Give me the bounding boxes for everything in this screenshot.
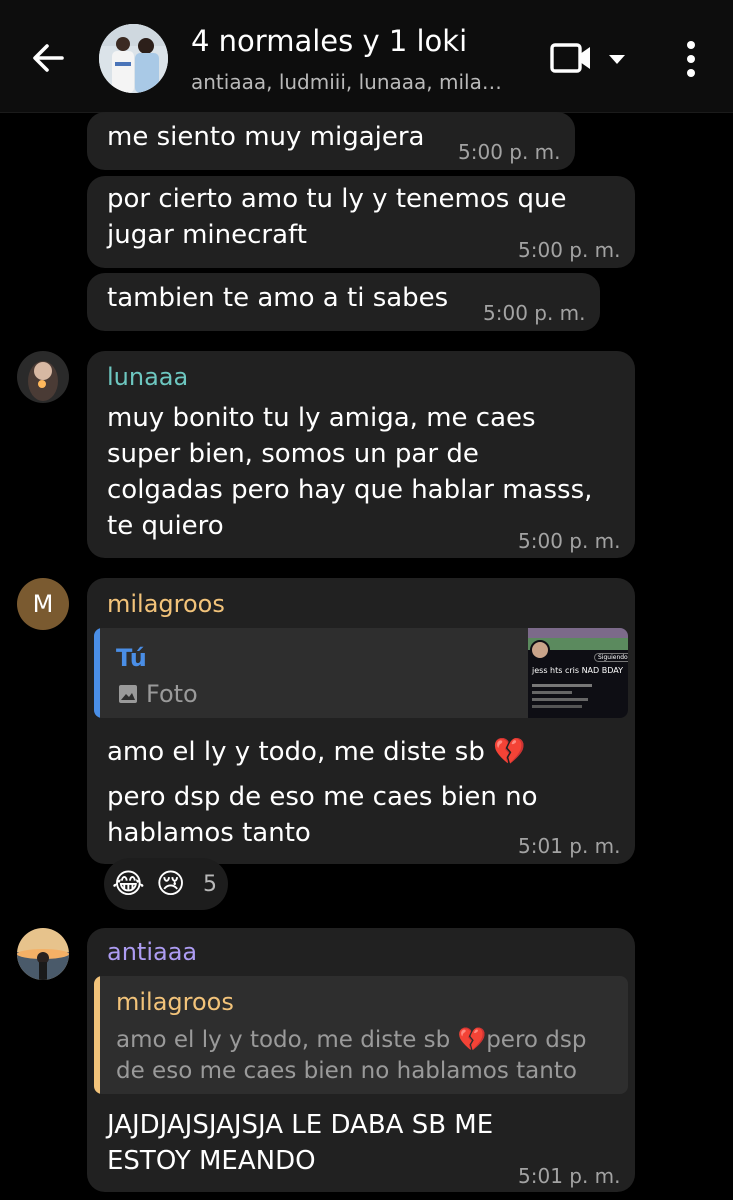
group-title[interactable]: 4 normales y 1 loki (191, 24, 467, 58)
reply-accent-bar (94, 628, 100, 718)
message-time: 5:00 p. m. (458, 140, 561, 164)
message-text-line: colgadas pero hay que hablar masss, (107, 475, 593, 505)
message-text-line: amo el ly y todo, me diste sb 💔 (107, 737, 526, 767)
back-button[interactable] (28, 38, 68, 78)
thumb-title: jess hts cris NAD BDAY (532, 666, 623, 675)
message-text-line: ESTOY MEANDO (107, 1146, 316, 1176)
group-avatar[interactable] (99, 24, 168, 93)
photo-icon (118, 684, 138, 704)
reply-author: Tú (116, 644, 147, 672)
message-bubble[interactable]: tambien te amo a ti sabes 5:00 p. m. (87, 273, 600, 331)
message-text-line: por cierto amo tu ly y tenemos que (107, 184, 567, 214)
reply-type: Foto (146, 680, 198, 708)
message-text-line: te quiero (107, 511, 224, 541)
message-text-line: super bien, somos un par de (107, 439, 479, 469)
message-bubble[interactable]: antiaaa milagroos amo el ly y todo, me d… (87, 928, 635, 1192)
group-members[interactable]: antiaaa, ludmiii, lunaaa, mila… (191, 70, 521, 94)
reply-preview[interactable]: Tú Foto jess hts cris NAD BDAY Siguiendo (94, 628, 628, 718)
reply-preview[interactable]: milagroos amo el ly y todo, me diste sb … (94, 976, 628, 1094)
avatar-milagroos[interactable]: M (17, 578, 69, 630)
message-time: 5:00 p. m. (483, 301, 586, 325)
message-time: 5:00 p. m. (518, 238, 621, 262)
avatar-antiaaa[interactable] (17, 928, 69, 980)
message-bubble[interactable]: por cierto amo tu ly y tenemos que jugar… (87, 176, 635, 268)
message-text: me siento muy migajera (107, 122, 425, 152)
message-bubble[interactable]: me siento muy migajera 5:00 p. m. (87, 112, 575, 170)
more-options-button[interactable] (675, 38, 707, 80)
message-text-line: jugar minecraft (107, 220, 307, 250)
video-call-button[interactable] (548, 38, 596, 78)
more-vert-icon (687, 41, 695, 77)
reactions-pill[interactable]: 😂 😢 5 (104, 858, 228, 910)
message-text-line: pero dsp de eso me caes bien no (107, 782, 538, 812)
video-camera-icon (550, 43, 590, 73)
reply-text-line: de eso me caes bien no hablamos tanto (116, 1058, 577, 1084)
call-options-dropdown[interactable] (606, 48, 628, 70)
message-text-line: hablamos tanto (107, 818, 311, 848)
reaction-laugh: 😂 (112, 867, 145, 900)
arrow-left-icon (33, 44, 64, 72)
message-time: 5:00 p. m. (518, 529, 621, 553)
message-time: 5:01 p. m. (518, 834, 621, 858)
sender-name[interactable]: lunaaa (107, 363, 188, 391)
message-text: tambien te amo a ti sabes (107, 283, 449, 313)
thumb-button: Siguiendo (594, 653, 628, 662)
reaction-cry: 😢 (156, 867, 186, 900)
message-bubble[interactable]: milagroos Tú Foto jess hts cris NAD BDAY… (87, 578, 635, 864)
reply-text-line: amo el ly y todo, me diste sb 💔pero dsp (116, 1027, 587, 1053)
sender-name[interactable]: milagroos (107, 590, 225, 618)
message-time: 5:01 p. m. (518, 1164, 621, 1188)
reply-thumbnail: jess hts cris NAD BDAY Siguiendo (528, 628, 628, 718)
message-bubble[interactable]: lunaaa muy bonito tu ly amiga, me caes s… (87, 351, 635, 558)
reaction-count: 5 (203, 872, 217, 897)
caret-down-icon (609, 55, 625, 64)
avatar-lunaaa[interactable] (17, 351, 69, 403)
avatar-letter: M (32, 590, 54, 618)
reply-author: milagroos (116, 988, 234, 1016)
chat-header: 4 normales y 1 loki antiaaa, ludmiii, lu… (0, 0, 733, 113)
reply-accent-bar (94, 976, 100, 1094)
message-text-line: muy bonito tu ly amiga, me caes (107, 403, 536, 433)
message-text-line: JAJDJAJSJAJSJA LE DABA SB ME (107, 1110, 494, 1140)
sender-name[interactable]: antiaaa (107, 938, 197, 966)
